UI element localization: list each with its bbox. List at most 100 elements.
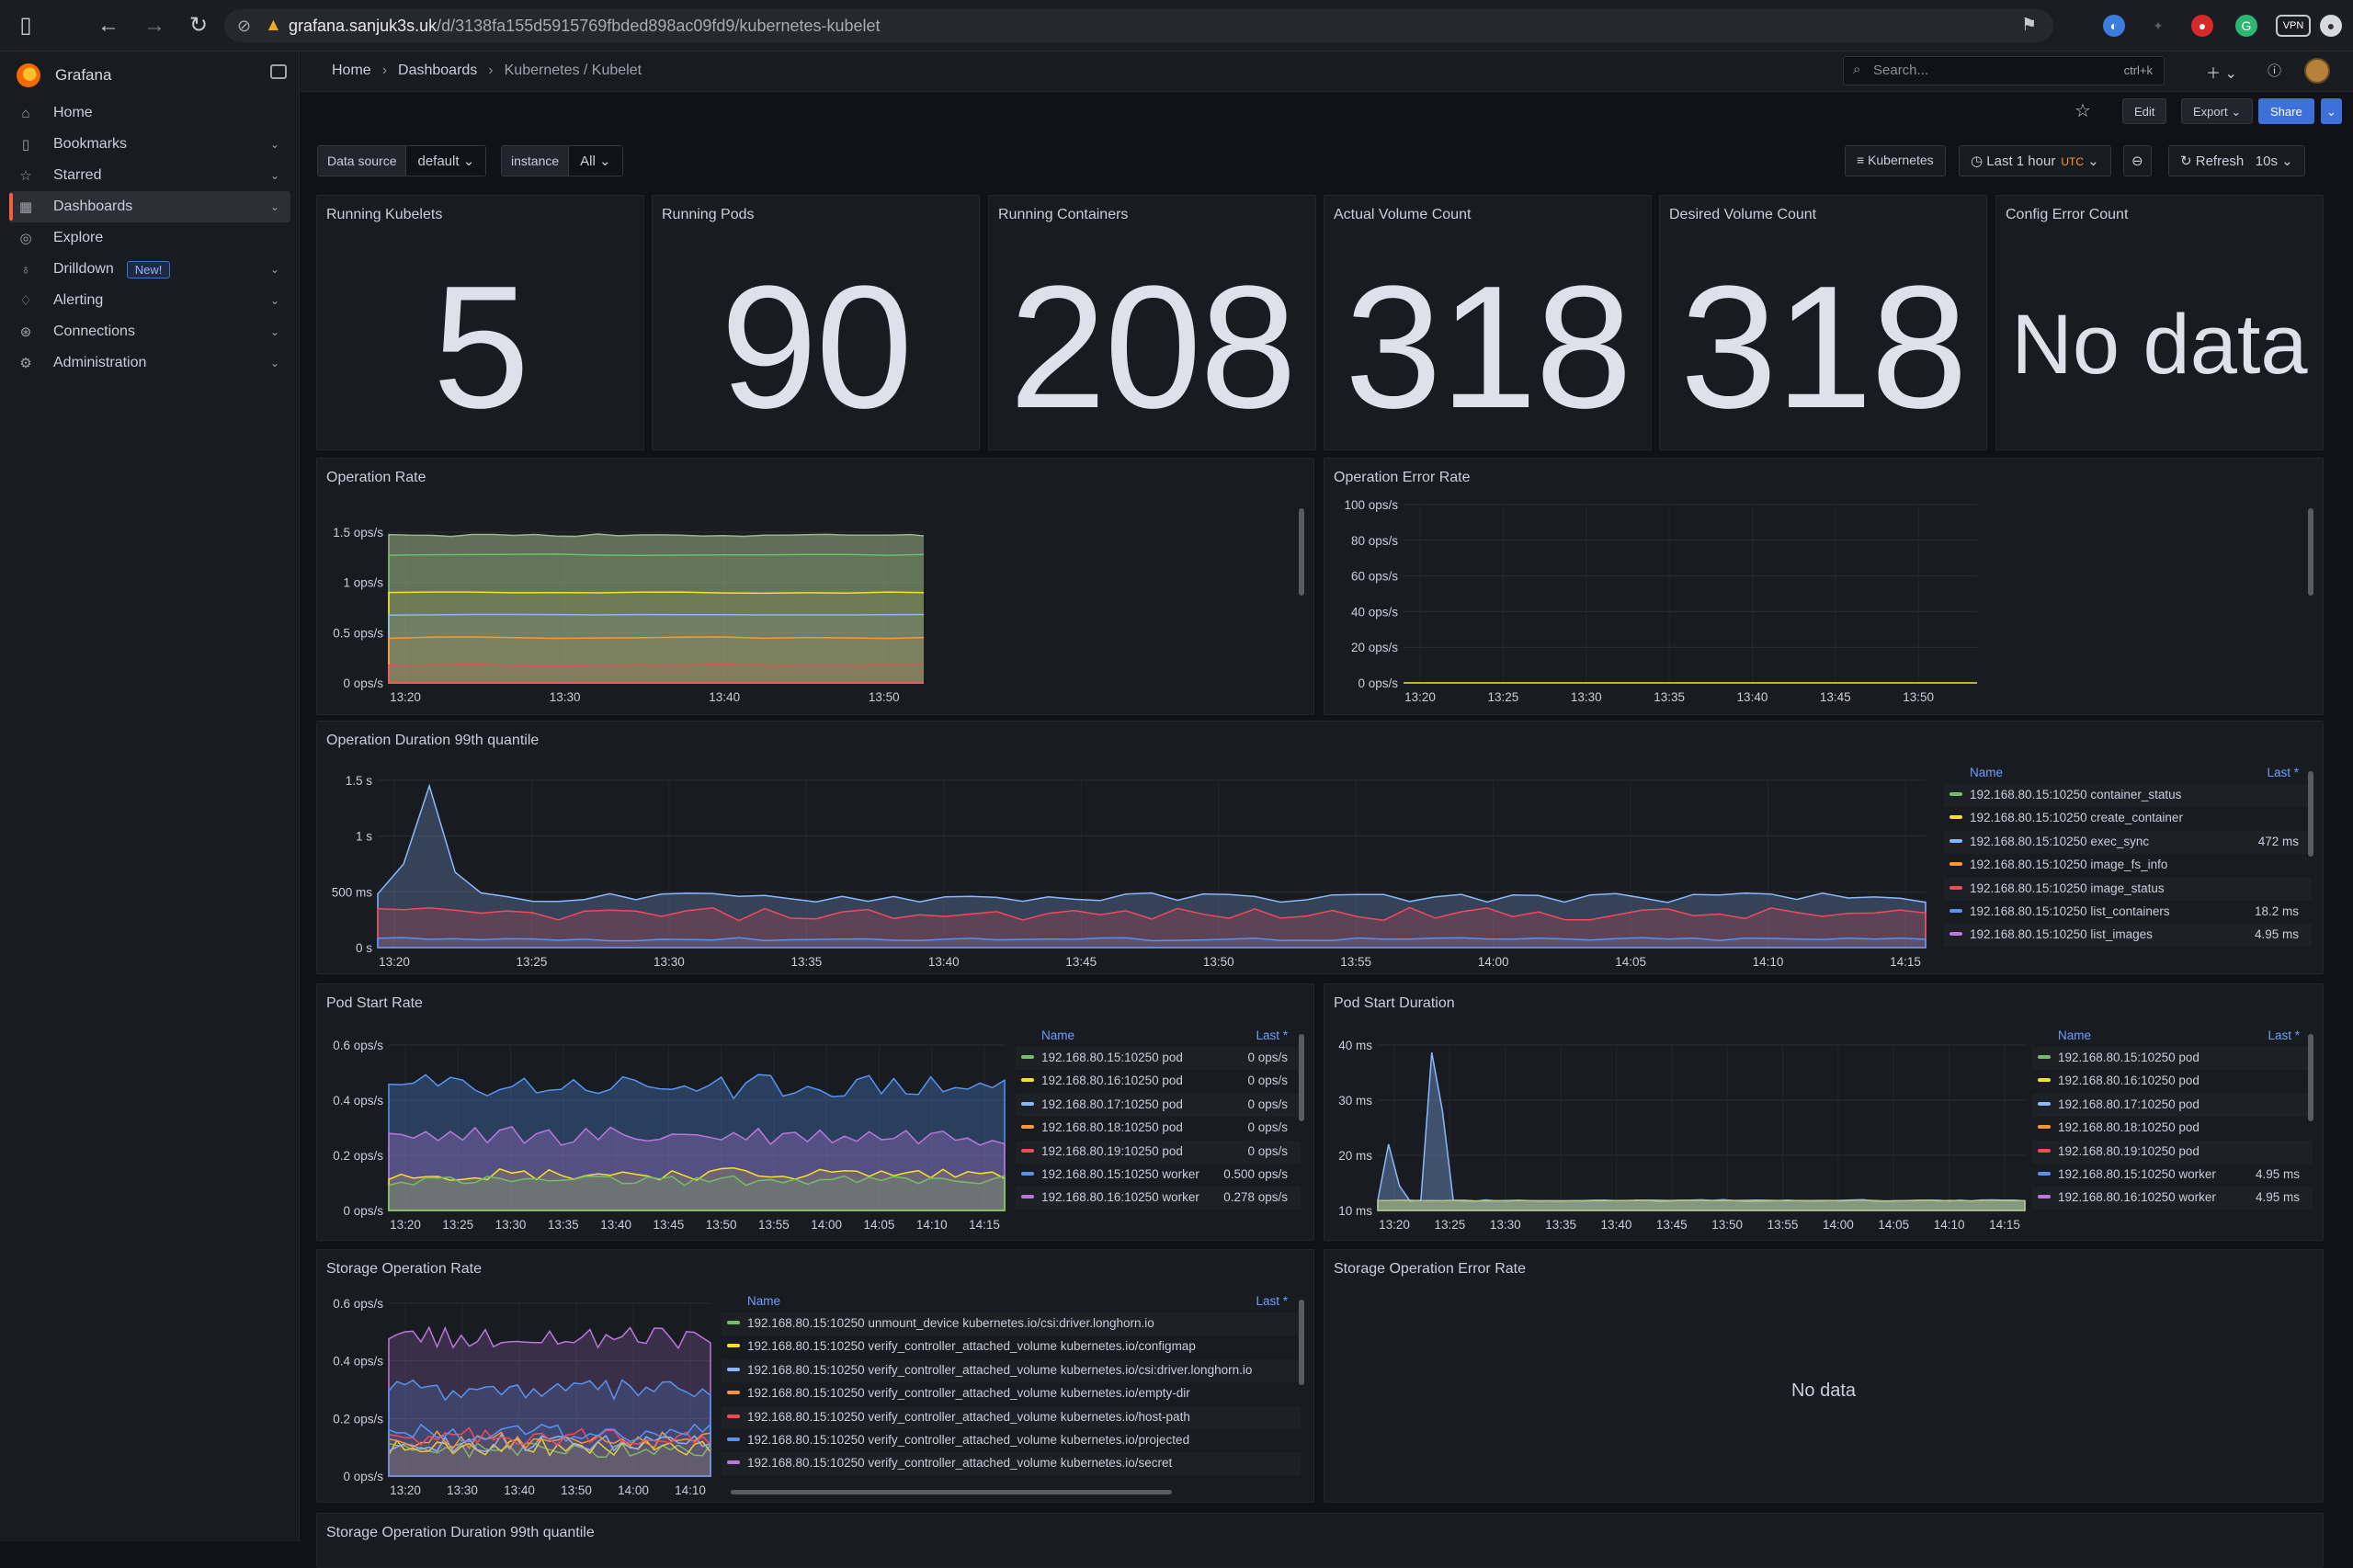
share-button[interactable]: Share xyxy=(2258,98,2314,124)
address-bar[interactable]: ⊘ ▲ grafana.sanjuk3s.uk/d/3138fa155d5915… xyxy=(224,9,2053,42)
chevron-down-icon[interactable]: ⌄ xyxy=(270,357,279,369)
legend-scrollbar[interactable] xyxy=(2308,508,2313,596)
reload-icon[interactable]: ↻ xyxy=(186,13,211,39)
kubernetes-link-button[interactable]: ≡ Kubernetes xyxy=(1845,145,1946,176)
stat-panel-actual-volume-count[interactable]: Actual Volume Count 318 xyxy=(1324,195,1652,450)
legend-item[interactable]: 192.168.80.15:10250 create_container xyxy=(1944,807,2312,830)
brand[interactable]: Grafana xyxy=(17,61,111,90)
legend-item[interactable]: 192.168.80.15:10250 verify_controller_at… xyxy=(722,1452,1301,1476)
datasource-variable[interactable]: Data source default ⌄ xyxy=(317,145,487,176)
legend-item[interactable]: 192.168.80.15:10250 verify_controller_at… xyxy=(722,1405,1301,1429)
legend-item[interactable]: 192.168.80.15:10250 list_containers 18.2 … xyxy=(1944,901,2312,924)
avatar[interactable] xyxy=(2304,58,2330,84)
profile-icon[interactable]: ● xyxy=(2320,15,2342,37)
datasource-select[interactable]: default ⌄ xyxy=(406,146,486,176)
legend-header-name[interactable]: Name xyxy=(747,1294,780,1308)
instance-select[interactable]: All ⌄ xyxy=(569,146,622,176)
sidebar-item-home[interactable]: ⌂ Home xyxy=(9,97,290,129)
sidebar-item-administration[interactable]: ⚙ Administration ⌄ xyxy=(9,347,290,379)
legend-header-last[interactable]: Last * xyxy=(2267,766,2299,779)
legend-header-last[interactable]: Last * xyxy=(1256,1294,1288,1308)
panel-pod-rate[interactable]: Pod Start Rate 0.6 ops/s 0.4 ops/s 0.2 ops/… xyxy=(316,983,1314,1241)
legend-scrollbar[interactable] xyxy=(2308,1034,2313,1121)
panel-storage-operation-error-rate[interactable]: Storage Operation Error Rate No data xyxy=(1324,1249,2324,1503)
sidebar-toggle-icon[interactable]: ▯ xyxy=(13,13,39,39)
url-text[interactable]: grafana.sanjuk3s.uk/d/3138fa155d5915769f… xyxy=(289,17,881,36)
stat-panel-desired-volume-count[interactable]: Desired Volume Count 318 xyxy=(1659,195,1987,450)
time-series-graph[interactable]: 40 ms 30 ms 20 ms 10 ms 13:20 13:25 13:30 13:35… xyxy=(1324,984,2032,1241)
help-icon[interactable]: ⓘ xyxy=(2268,61,2281,80)
chevron-down-icon[interactable]: ⌄ xyxy=(270,294,279,307)
chevron-down-icon[interactable]: ⌄ xyxy=(270,325,279,338)
legend-item[interactable]: 192.168.80.17:10250 pod 0 ops/s xyxy=(1016,1093,1301,1117)
legend-header-name[interactable]: Name xyxy=(1041,1028,1074,1042)
legend-item[interactable]: 192.168.80.18:10250 pod xyxy=(2032,1117,2313,1140)
legend-item[interactable]: 192.168.80.18:10250 pod 0 ops/s xyxy=(1016,1117,1301,1140)
forward-icon[interactable]: → xyxy=(142,13,167,39)
bookmark-page-icon[interactable]: ⚑ xyxy=(2021,15,2037,36)
legend-item[interactable]: 192.168.80.15:10250 exec_sync 472 ms xyxy=(1944,830,2312,854)
legend-item[interactable]: 192.168.80.15:10250 verify_controller_at… xyxy=(722,1335,1301,1358)
sidebar-item-dashboards[interactable]: ▦ Dashboards ⌄ xyxy=(9,191,290,222)
tracking-protection-icon[interactable]: ⊘ xyxy=(237,17,251,36)
time-series-graph[interactable]: 0.6 ops/s 0.4 ops/s 0.2 ops/s 0 ops/s 13:20 1… xyxy=(317,984,1016,1241)
legend-item[interactable]: 192.168.80.15:10250 worker 0.500 ops/s xyxy=(1016,1164,1301,1187)
extension-2-icon[interactable]: ✦ xyxy=(2147,15,2169,37)
legend-item[interactable]: 192.168.80.19:10250 pod 0 ops/s xyxy=(1016,1140,1301,1164)
sidebar-item-drilldown[interactable]: ♁ Drilldown New! ⌄ xyxy=(9,254,290,285)
chevron-down-icon[interactable]: ⌄ xyxy=(270,138,279,151)
legend-scrollbar[interactable] xyxy=(1299,1034,1304,1121)
legend-item[interactable]: 192.168.80.15:10250 image_fs_info xyxy=(1944,854,2312,877)
stat-panel-running-containers[interactable]: Running Containers 208 xyxy=(988,195,1316,450)
panel-stor-rate[interactable]: Storage Operation Rate 0.6 ops/s 0.4 ops/s… xyxy=(316,1249,1314,1503)
legend-item[interactable]: 192.168.80.15:10250 list_images 4.95 ms xyxy=(1944,924,2312,948)
legend-item[interactable]: 192.168.80.15:10250 worker 4.95 ms xyxy=(2032,1164,2313,1187)
legend-item[interactable]: 192.168.80.15:10250 container_status xyxy=(1944,784,2312,807)
legend-header-name[interactable]: Name xyxy=(2058,1028,2091,1042)
legend-item[interactable]: 192.168.80.17:10250 pod xyxy=(2032,1093,2313,1117)
legend-item[interactable]: 192.168.80.16:10250 worker 4.95 ms xyxy=(2032,1187,2313,1210)
panel-op-err[interactable]: Operation Error Rate 100 ops/s 80 ops/s 60 … xyxy=(1324,458,2324,715)
legend-scrollbar[interactable] xyxy=(1299,1300,1304,1385)
sidebar-item-alerting[interactable]: ♢ Alerting ⌄ xyxy=(9,285,290,316)
legend-item[interactable]: 192.168.80.19:10250 pod xyxy=(2032,1140,2313,1164)
chevron-down-icon[interactable]: ⌄ xyxy=(270,169,279,182)
share-dropdown-button[interactable]: ⌄ xyxy=(2321,98,2342,124)
legend-horizontal-scrollbar[interactable] xyxy=(731,1490,1172,1494)
time-range-picker[interactable]: ◷ Last 1 hour UTC ⌄ xyxy=(1959,145,2111,176)
extension-3-icon[interactable]: ● xyxy=(2191,15,2213,37)
back-icon[interactable]: ← xyxy=(96,13,121,39)
dock-menu-icon[interactable] xyxy=(270,64,287,79)
sidebar-item-connections[interactable]: ⊛ Connections ⌄ xyxy=(9,316,290,347)
sidebar-item-starred[interactable]: ☆ Starred ⌄ xyxy=(9,160,290,191)
panel-storage-operation-duration[interactable]: Storage Operation Duration 99th quantile xyxy=(316,1513,2324,1568)
chevron-down-icon[interactable]: ⌄ xyxy=(270,263,279,276)
instance-variable[interactable]: instance All ⌄ xyxy=(501,145,623,176)
time-series-graph[interactable]: 0.6 ops/s 0.4 ops/s 0.2 ops/s 0 ops/s 13:20 1… xyxy=(317,1250,722,1503)
time-series-graph[interactable]: 1.5 ops/s 1 ops/s 0.5 ops/s 0 ops/s 13:20 13:… xyxy=(317,459,924,715)
time-series-graph[interactable]: 1.5 s 1 s 500 ms 0 s 13:20 13:25 13:30 13:35 13:… xyxy=(317,722,1944,974)
vpn-icon[interactable]: VPN xyxy=(2276,15,2311,37)
refresh-button[interactable]: ↻ Refresh 10s ⌄ xyxy=(2168,145,2305,176)
panel-op-rate[interactable]: Operation Rate 1.5 ops/s 1 ops/s 0.5 ops/s 0… xyxy=(316,458,1314,715)
grammar-extension-icon[interactable]: G xyxy=(2235,15,2257,37)
legend-header-last[interactable]: Last * xyxy=(2268,1028,2300,1042)
legend-item[interactable]: 192.168.80.15:10250 pod 0 ops/s xyxy=(1016,1047,1301,1070)
stat-panel-config-error-count[interactable]: Config Error Count No data xyxy=(1995,195,2324,450)
add-new-icon[interactable]: ＋ ⌄ xyxy=(2206,61,2237,83)
star-dashboard-icon[interactable]: ☆ xyxy=(2075,99,2091,122)
legend-item[interactable]: 192.168.80.15:10250 unmount_device kuber… xyxy=(722,1312,1301,1335)
zoom-out-button[interactable]: ⊖ xyxy=(2123,145,2152,176)
stat-panel-running-kubelets[interactable]: Running Kubelets 5 xyxy=(316,195,644,450)
legend-item[interactable]: 192.168.80.15:10250 verify_controller_at… xyxy=(722,1429,1301,1452)
sidebar-item-bookmarks[interactable]: ▯ Bookmarks ⌄ xyxy=(9,129,290,160)
legend-item[interactable]: 192.168.80.15:10250 image_status xyxy=(1944,877,2312,901)
chevron-down-icon[interactable]: ⌄ xyxy=(270,200,279,213)
panel-pod-dur[interactable]: Pod Start Duration 40 ms 30 ms 20 ms 10 ms 13… xyxy=(1324,983,2324,1241)
edit-button[interactable]: Edit xyxy=(2122,98,2167,124)
search-input[interactable]: ⌕ Search... ctrl+k xyxy=(1843,56,2165,85)
legend-item[interactable]: 192.168.80.15:10250 verify_controller_at… xyxy=(722,1382,1301,1405)
export-button[interactable]: Export ⌄ xyxy=(2181,98,2254,124)
insecure-warning-icon[interactable]: ▲ xyxy=(265,16,282,36)
legend-item[interactable]: 192.168.80.16:10250 pod xyxy=(2032,1070,2313,1093)
